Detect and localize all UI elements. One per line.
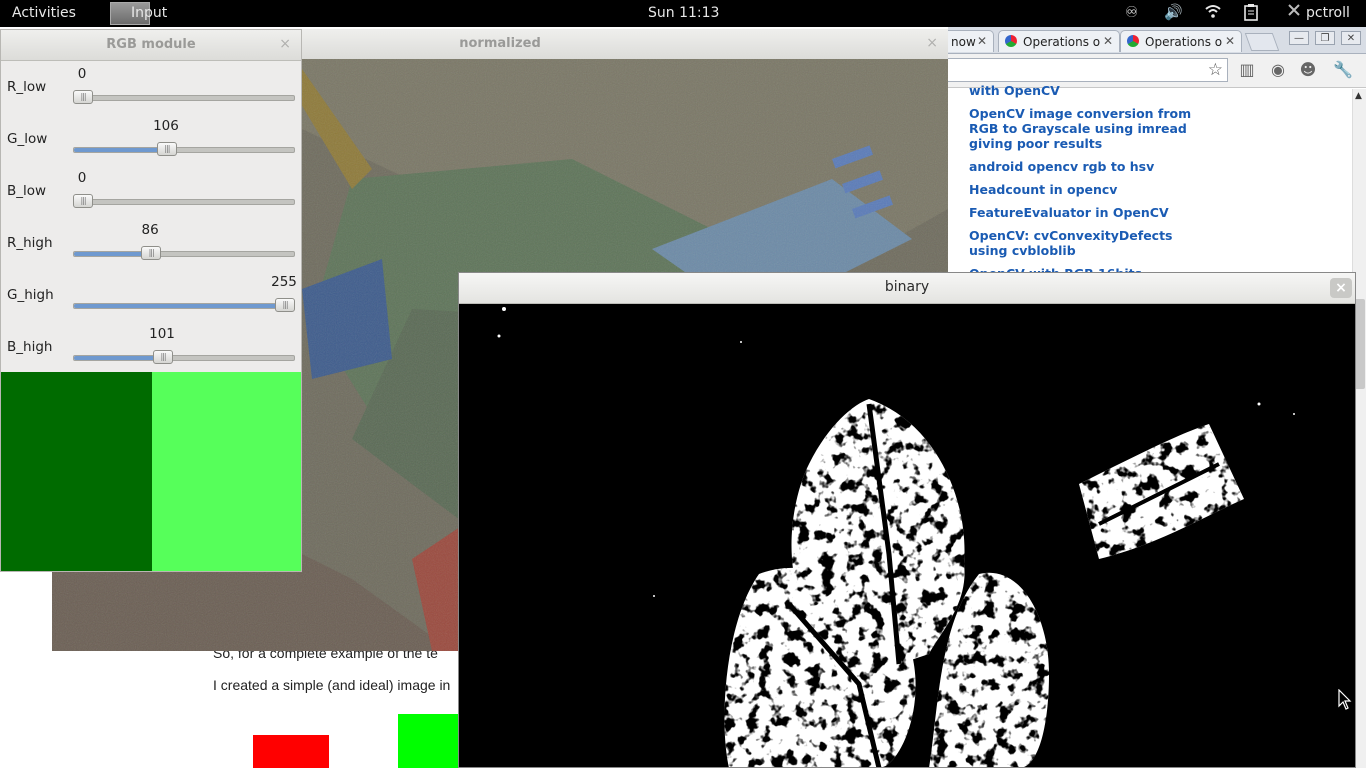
page-paragraph: I created a simple (and ideal) image in bbox=[213, 677, 451, 693]
window-close-button[interactable]: ✕ bbox=[1341, 31, 1361, 45]
slider-label: R_high bbox=[7, 235, 53, 251]
browser-tab[interactable]: Operations o ✕ bbox=[998, 30, 1120, 52]
opencv-favicon-icon bbox=[1005, 35, 1017, 47]
slider-handle[interactable]: ||| bbox=[141, 246, 162, 260]
slider-track[interactable]: ||| bbox=[73, 246, 295, 260]
rgb-module-titlebar[interactable]: RGB module × bbox=[1, 30, 301, 61]
slider-handle[interactable]: ||| bbox=[156, 142, 177, 156]
slider-handle[interactable]: ||| bbox=[73, 194, 93, 208]
slider-label: R_low bbox=[7, 79, 47, 95]
minimize-button[interactable]: — bbox=[1289, 31, 1309, 45]
related-question-link[interactable]: with OpenCV bbox=[969, 83, 1209, 98]
slider-handle[interactable]: ||| bbox=[153, 350, 173, 364]
browser-tab-strip: now ✕ Operations o ✕ Operations o ✕ — ❐ … bbox=[938, 27, 1366, 54]
user-menu[interactable]: pctroll bbox=[1306, 5, 1350, 21]
window-title: binary bbox=[884, 279, 930, 295]
slider-track[interactable]: ||| bbox=[73, 298, 295, 312]
related-questions-list: with OpenCV OpenCV image conversion from… bbox=[969, 83, 1209, 289]
rgb-module-window: RGB module × 0 R_low ||| 106 G_low ||| 0 B_low |… bbox=[0, 29, 302, 572]
user-icon[interactable] bbox=[1287, 3, 1301, 21]
address-bar[interactable]: ☆ bbox=[948, 58, 1228, 82]
app-menu-label[interactable]: Input bbox=[131, 5, 167, 21]
binary-window: binary × bbox=[458, 272, 1356, 768]
clock[interactable]: Sun 11:13 bbox=[648, 5, 719, 21]
slider-fill bbox=[74, 356, 163, 360]
high-color-swatch bbox=[152, 372, 301, 571]
close-button[interactable]: × bbox=[1330, 278, 1352, 298]
opencv-favicon-icon bbox=[1127, 35, 1139, 47]
slider-label: B_low bbox=[7, 183, 47, 199]
new-tab-button[interactable] bbox=[1244, 33, 1280, 51]
slider-fill bbox=[74, 252, 152, 256]
slider-value: 255 bbox=[271, 274, 297, 290]
maximize-button[interactable]: ❐ bbox=[1315, 31, 1335, 45]
slider-track[interactable]: ||| bbox=[73, 194, 295, 208]
close-icon[interactable]: ✕ bbox=[1103, 34, 1113, 48]
example-red-image bbox=[253, 735, 329, 768]
window-title: RGB module bbox=[106, 37, 196, 52]
slider-row-g-low: 106 G_low ||| bbox=[1, 118, 301, 170]
browser-tab[interactable]: Operations o ✕ bbox=[1120, 30, 1242, 52]
slider-value: 101 bbox=[149, 326, 175, 342]
slider-value: 0 bbox=[77, 66, 87, 82]
slider-label: B_high bbox=[7, 339, 53, 355]
accessibility-icon[interactable]: ♾ bbox=[1125, 3, 1138, 21]
slider-label: G_high bbox=[7, 287, 54, 303]
slider-row-r-low: 0 R_low ||| bbox=[1, 66, 301, 118]
slider-value: 86 bbox=[141, 222, 159, 238]
scroll-up-icon[interactable]: ▲ bbox=[1355, 91, 1362, 101]
slider-value: 0 bbox=[77, 170, 87, 186]
related-question-link[interactable]: OpenCV: cvConvexityDefects using cvblobl… bbox=[969, 228, 1209, 258]
slider-handle[interactable]: ||| bbox=[73, 90, 93, 104]
extension-icon[interactable]: ☻ bbox=[1298, 60, 1318, 80]
window-title: normalized bbox=[459, 36, 541, 51]
example-green-image bbox=[398, 714, 458, 768]
close-icon[interactable]: × bbox=[279, 30, 291, 59]
tab-title: now bbox=[951, 35, 976, 49]
bookmark-star-icon[interactable]: ☆ bbox=[1208, 60, 1223, 80]
mouse-pointer-icon bbox=[1338, 689, 1352, 710]
slider-value: 106 bbox=[153, 118, 179, 134]
close-icon[interactable]: ✕ bbox=[1225, 34, 1235, 48]
tab-title: Operations o bbox=[1145, 35, 1223, 49]
related-question-link[interactable]: OpenCV image conversion from RGB to Gray… bbox=[969, 106, 1209, 151]
clipboard-icon[interactable] bbox=[1244, 3, 1258, 25]
close-icon[interactable]: ✕ bbox=[977, 34, 987, 48]
close-icon[interactable]: × bbox=[926, 29, 938, 58]
related-question-link[interactable]: Headcount in opencv bbox=[969, 182, 1209, 197]
low-color-swatch bbox=[1, 372, 152, 571]
slider-row-b-high: 101 B_high ||| bbox=[1, 326, 301, 378]
slider-track[interactable]: ||| bbox=[73, 142, 295, 156]
related-question-link[interactable]: FeatureEvaluator in OpenCV bbox=[969, 205, 1209, 220]
slider-row-g-high: 255 G_high ||| bbox=[1, 274, 301, 326]
slider-row-r-high: 86 R_high ||| bbox=[1, 222, 301, 274]
slider-label: G_low bbox=[7, 131, 48, 147]
slider-fill bbox=[74, 304, 285, 308]
extension-icon[interactable]: ◉ bbox=[1268, 60, 1288, 80]
binary-titlebar[interactable]: binary bbox=[459, 273, 1355, 304]
binary-mask-image bbox=[459, 304, 1355, 767]
extension-icon[interactable]: ▥ bbox=[1237, 60, 1257, 80]
activities-button[interactable]: Activities bbox=[12, 5, 76, 21]
wifi-icon[interactable] bbox=[1205, 3, 1221, 23]
slider-track[interactable]: ||| bbox=[73, 90, 295, 104]
slider-row-b-low: 0 B_low ||| bbox=[1, 170, 301, 222]
top-bar: Activities Input Sun 11:13 ♾ 🔊 pctroll bbox=[0, 0, 1366, 27]
slider-track[interactable]: ||| bbox=[73, 350, 295, 364]
volume-icon[interactable]: 🔊 bbox=[1164, 3, 1183, 21]
wrench-icon[interactable]: 🔧 bbox=[1333, 60, 1353, 80]
related-question-link[interactable]: android opencv rgb to hsv bbox=[969, 159, 1209, 174]
slider-fill bbox=[74, 148, 167, 152]
tab-title: Operations o bbox=[1023, 35, 1101, 49]
slider-handle[interactable]: ||| bbox=[275, 298, 295, 312]
